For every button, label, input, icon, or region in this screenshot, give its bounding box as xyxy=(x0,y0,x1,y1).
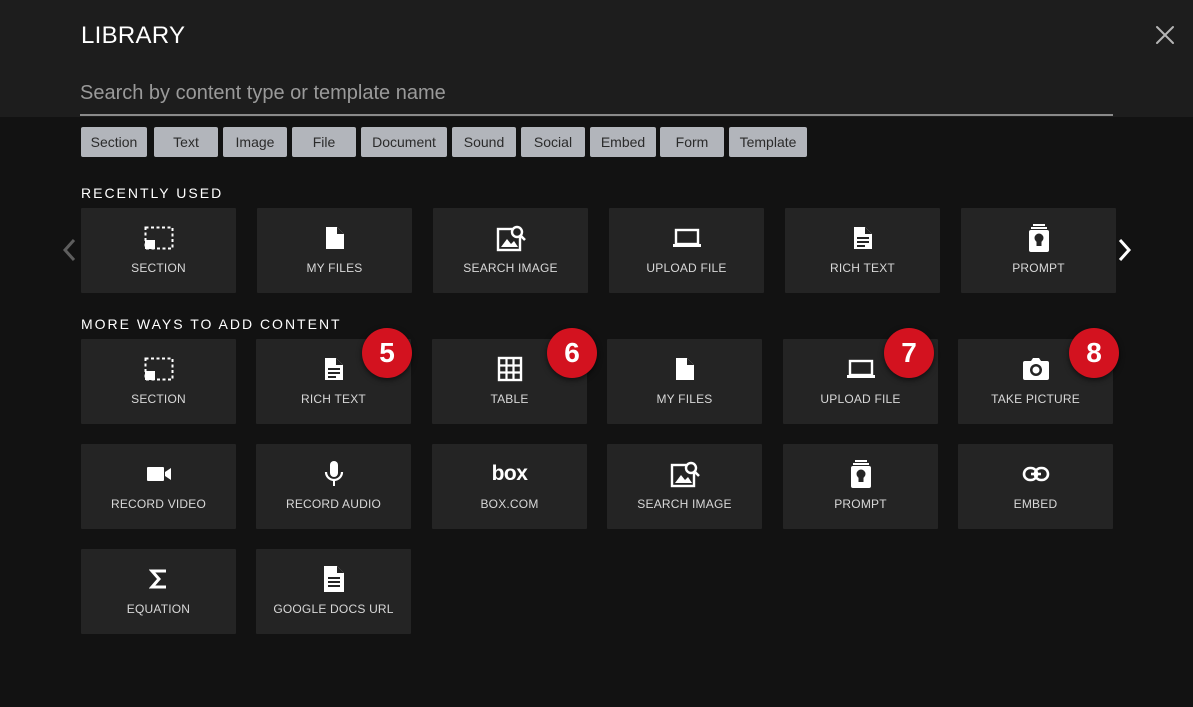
table-icon xyxy=(497,356,522,382)
prompt-icon xyxy=(850,460,871,488)
recent-tile-rich-text[interactable]: RICH TEXT xyxy=(785,208,940,293)
tile-label: MY FILES xyxy=(656,392,713,406)
laptop-icon xyxy=(846,359,875,378)
filter-chip-section[interactable]: Section xyxy=(81,127,147,157)
google-doc-icon xyxy=(323,566,344,592)
tile-label: SEARCH IMAGE xyxy=(637,497,732,511)
document-icon xyxy=(324,358,343,380)
filter-chip-text[interactable]: Text xyxy=(154,127,218,157)
filter-chip-sound[interactable]: Sound xyxy=(452,127,516,157)
library-header: LIBRARY xyxy=(0,0,1193,117)
annotation-badge-5: 5 xyxy=(362,328,412,378)
tile-label: RECORD AUDIO xyxy=(285,497,382,511)
tile-label: PROMPT xyxy=(1012,261,1065,275)
link-icon xyxy=(1022,466,1049,482)
tile-label: SECTION xyxy=(131,261,186,275)
recent-tile-prompt[interactable]: PROMPT xyxy=(961,208,1116,293)
image-search-icon xyxy=(670,461,700,488)
tile-label: GOOGLE DOCS URL xyxy=(273,602,394,616)
tile-section[interactable]: SECTION xyxy=(81,339,236,424)
tile-box-com[interactable]: box BOX.COM xyxy=(432,444,587,529)
filter-chip-social[interactable]: Social xyxy=(521,127,585,157)
document-icon xyxy=(853,227,872,249)
annotation-badge-8: 8 xyxy=(1069,328,1119,378)
image-search-icon xyxy=(496,225,526,252)
tile-label: SEARCH IMAGE xyxy=(463,261,558,275)
recent-tile-upload-file[interactable]: UPLOAD FILE xyxy=(609,208,764,293)
tile-label: RECORD VIDEO xyxy=(110,497,207,511)
recently-used-heading: RECENTLY USED xyxy=(81,185,224,201)
filter-chip-file[interactable]: File xyxy=(292,127,356,157)
tile-label: PROMPT xyxy=(834,497,887,511)
file-icon xyxy=(325,227,344,249)
tile-label: SECTION xyxy=(131,392,186,406)
tile-record-video[interactable]: RECORD VIDEO xyxy=(81,444,236,529)
tile-record-audio[interactable]: RECORD AUDIO xyxy=(256,444,411,529)
microphone-icon xyxy=(324,461,343,486)
tile-label: EMBED xyxy=(1013,497,1058,511)
video-icon xyxy=(146,467,171,481)
filter-chip-embed[interactable]: Embed xyxy=(590,127,656,157)
file-icon xyxy=(675,358,694,380)
tile-label: EQUATION xyxy=(126,602,191,616)
tile-label: RICH TEXT xyxy=(301,392,366,406)
sigma-icon xyxy=(148,569,166,589)
prompt-icon xyxy=(1028,224,1049,252)
recent-tile-my-files[interactable]: MY FILES xyxy=(257,208,412,293)
filter-chip-template[interactable]: Template xyxy=(729,127,807,157)
close-icon[interactable] xyxy=(1154,24,1176,46)
filter-chip-image[interactable]: Image xyxy=(223,127,287,157)
tile-label: UPLOAD FILE xyxy=(646,261,727,275)
camera-icon xyxy=(1022,358,1049,380)
tile-equation[interactable]: EQUATION xyxy=(81,549,236,634)
annotation-badge-7: 7 xyxy=(884,328,934,378)
tile-google-docs-url[interactable]: GOOGLE DOCS URL xyxy=(256,549,411,634)
tile-label: BOX.COM xyxy=(480,497,539,511)
tile-embed[interactable]: EMBED xyxy=(958,444,1113,529)
tile-label: RICH TEXT xyxy=(830,261,895,275)
more-ways-heading: MORE WAYS TO ADD CONTENT xyxy=(81,316,342,332)
filter-chip-document[interactable]: Document xyxy=(361,127,447,157)
search-input[interactable] xyxy=(80,72,1113,116)
tile-label: TABLE xyxy=(490,392,529,406)
annotation-badge-6: 6 xyxy=(547,328,597,378)
page-title: LIBRARY xyxy=(81,22,186,49)
tile-label: UPLOAD FILE xyxy=(820,392,901,406)
tile-label: TAKE PICTURE xyxy=(991,392,1080,406)
tile-prompt[interactable]: PROMPT xyxy=(783,444,938,529)
recent-tile-search-image[interactable]: SEARCH IMAGE xyxy=(433,208,588,293)
box-logo-icon: box xyxy=(491,462,528,485)
tile-search-image[interactable]: SEARCH IMAGE xyxy=(607,444,762,529)
section-icon xyxy=(144,226,173,250)
filter-chip-form[interactable]: Form xyxy=(660,127,724,157)
section-icon xyxy=(144,357,173,381)
recent-tile-section[interactable]: SECTION xyxy=(81,208,236,293)
tile-my-files[interactable]: MY FILES xyxy=(607,339,762,424)
laptop-icon xyxy=(672,228,701,247)
tile-label: MY FILES xyxy=(306,261,363,275)
chevron-left-icon[interactable] xyxy=(58,234,82,266)
